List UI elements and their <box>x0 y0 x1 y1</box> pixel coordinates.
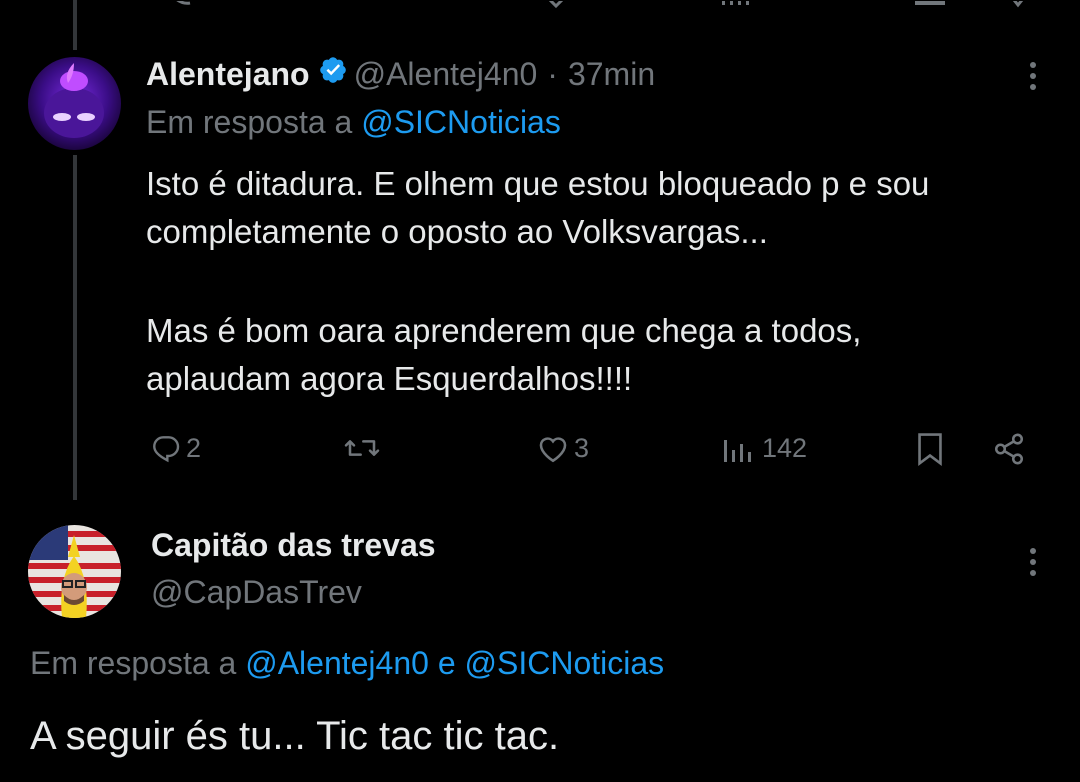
reply-conjunction: e <box>437 645 456 681</box>
retweet-button[interactable] <box>342 432 386 464</box>
avatar[interactable] <box>28 525 121 618</box>
author-name[interactable]: Alentejano <box>146 56 310 93</box>
separator-dot: · <box>547 55 558 92</box>
views-button[interactable]: 142 <box>722 432 807 464</box>
like-button[interactable]: 3 <box>536 432 589 464</box>
tweet-time[interactable]: 37min <box>568 56 655 93</box>
tweet-text-line: aplaudam agora Esquerdalhos!!!! <box>146 360 633 397</box>
verified-badge-icon <box>318 55 348 93</box>
previous-tweet-actions-partial <box>0 0 1080 12</box>
tweet-text: A seguir és tu... Tic tac tic tac. <box>30 714 560 758</box>
thread-line-top <box>73 0 77 50</box>
author-handle[interactable]: @Alentej4n0 <box>354 56 538 93</box>
reply-icon <box>150 432 182 464</box>
tweet-text: Isto é ditadura. E olhem que estou bloqu… <box>146 160 929 403</box>
reply-mention[interactable]: @SICNoticias <box>361 104 561 140</box>
author-name[interactable]: Capitão das trevas <box>151 527 436 564</box>
reply-button[interactable]: 2 <box>150 432 201 464</box>
reply-mention[interactable]: @SICNoticias <box>465 645 665 681</box>
tweet-text-line: Mas é bom oara aprenderem que chega a to… <box>146 312 862 349</box>
reply-prefix: Em resposta a <box>146 104 353 140</box>
more-icon[interactable] <box>1022 60 1044 92</box>
reply-context: Em resposta a @SICNoticias <box>146 104 561 141</box>
views-icon <box>722 432 754 464</box>
tweet-text-line: completamente o oposto ao Volksvargas... <box>146 213 768 250</box>
like-count: 3 <box>574 432 590 463</box>
avatar[interactable] <box>28 57 121 150</box>
views-count: 142 <box>762 432 808 463</box>
reply-mention[interactable]: @Alentej4n0 <box>245 645 429 681</box>
thread-line <box>73 155 77 500</box>
bookmark-icon <box>914 432 946 466</box>
tweet-text-line: Isto é ditadura. E olhem que estou bloqu… <box>146 165 930 202</box>
like-icon <box>536 432 570 464</box>
reply-count: 2 <box>186 432 202 463</box>
share-button[interactable] <box>992 432 1026 466</box>
author-handle[interactable]: @CapDasTrev <box>151 574 362 611</box>
bookmark-button[interactable] <box>914 432 946 466</box>
retweet-icon <box>342 432 382 464</box>
reply-context: Em resposta a @Alentej4n0 e @SICNoticias <box>30 645 664 682</box>
more-icon[interactable] <box>1022 546 1044 578</box>
share-icon <box>992 432 1026 466</box>
reply-prefix: Em resposta a <box>30 645 237 681</box>
